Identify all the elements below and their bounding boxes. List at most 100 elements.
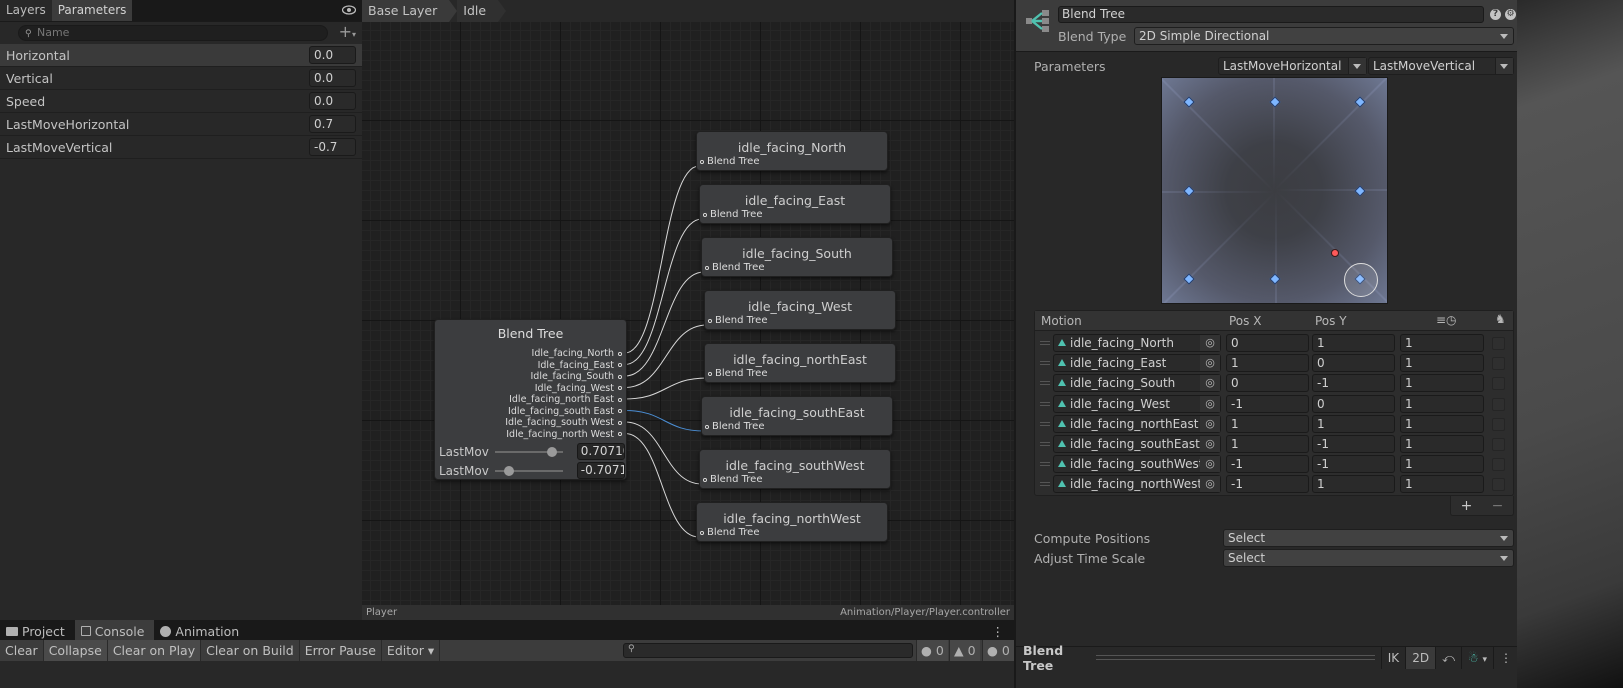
breadcrumb-idle[interactable]: Idle [457, 0, 506, 22]
pos-x-input[interactable]: -1 [1226, 475, 1309, 494]
parameter-row[interactable]: LastMoveVertical -0.7 [0, 136, 362, 159]
pos-x-input[interactable]: 1 [1226, 414, 1309, 433]
drag-handle-icon[interactable] [1040, 462, 1050, 467]
parameter-value[interactable]: 0.7 [309, 115, 356, 133]
port-dot[interactable] [705, 424, 709, 429]
collapse-button[interactable]: Collapse [43, 640, 108, 661]
warning-count-toggle[interactable]: ▲ 0 [949, 640, 980, 661]
2d-toggle[interactable]: 2D [1405, 646, 1436, 669]
motion-field[interactable]: idle_facing_southWest ◎ [1053, 455, 1221, 474]
drag-handle-icon[interactable] [1040, 442, 1050, 446]
pivot-icon[interactable]: ⤺ [1435, 646, 1461, 669]
pos-y-input[interactable]: 1 [1312, 475, 1395, 494]
time-scale-input[interactable]: 1 [1400, 475, 1484, 494]
pos-y-input[interactable]: 0 [1312, 354, 1395, 373]
pos-x-input[interactable]: -1 [1226, 394, 1309, 413]
tab-parameters[interactable]: Parameters [51, 0, 133, 21]
time-scale-input[interactable]: 1 [1400, 455, 1484, 474]
param-y-dropdown[interactable]: LastMoveVertical [1368, 57, 1514, 75]
pos-x-input[interactable]: 0 [1226, 374, 1309, 393]
parameter-value[interactable]: 0.0 [309, 69, 356, 87]
port-dot[interactable] [618, 420, 622, 425]
port-dot[interactable] [618, 374, 622, 379]
motion-node[interactable]: idle_facing_southEast Blend Tree [701, 396, 893, 436]
time-scale-input[interactable]: 1 [1400, 414, 1484, 433]
breadcrumb-base-layer[interactable]: Base Layer [362, 0, 458, 22]
tab-console[interactable]: Console [74, 620, 155, 640]
motion-node-input[interactable]: Blend Tree [703, 474, 763, 485]
parameter-row[interactable]: Speed 0.0 [0, 90, 362, 113]
drag-handle-icon[interactable] [1040, 421, 1050, 426]
adjust-time-scale-dropdown[interactable]: Select [1223, 549, 1514, 567]
blend-output-port[interactable]: Idle_facing_East [505, 360, 622, 372]
blend-output-port[interactable]: Idle_facing_south West [505, 417, 622, 429]
port-dot[interactable] [708, 318, 712, 323]
motion-node[interactable]: idle_facing_North Blend Tree [696, 131, 888, 171]
clear-on-build-button[interactable]: Clear on Build [201, 640, 300, 661]
motion-point[interactable] [1183, 184, 1195, 197]
mirror-checkbox[interactable] [1492, 337, 1505, 350]
console-search-input[interactable]: ⚲ [623, 643, 913, 658]
motion-node-input[interactable]: Blend Tree [708, 368, 768, 379]
motion-point[interactable] [1268, 272, 1281, 285]
object-picker-icon[interactable]: ◎ [1200, 436, 1220, 452]
pos-x-input[interactable]: 1 [1226, 435, 1309, 453]
current-blend-position[interactable] [1331, 249, 1340, 258]
eye-icon[interactable] [342, 4, 356, 16]
motion-node-input[interactable]: Blend Tree [705, 421, 765, 432]
parameter-search-input[interactable]: ⚲ Name [18, 25, 328, 41]
blend-tree-node[interactable]: Blend Tree Idle_facing_North Idle_facing_… [434, 319, 627, 480]
motion-field[interactable]: idle_facing_East ◎ [1053, 354, 1221, 373]
object-picker-icon[interactable]: ◎ [1200, 395, 1220, 412]
blend-output-port[interactable]: Idle_facing_south East [505, 406, 622, 418]
editor-dropdown[interactable]: Editor ▾ [382, 640, 441, 661]
tab-animation[interactable]: Animation [154, 620, 249, 640]
port-dot[interactable] [618, 386, 622, 391]
blend-output-port[interactable]: Idle_facing_North [505, 348, 622, 360]
port-dot[interactable] [705, 265, 709, 270]
blend-output-port[interactable]: Idle_facing_north West [505, 429, 622, 441]
pos-y-input[interactable]: 1 [1312, 414, 1395, 433]
blend-space-plot[interactable] [1161, 77, 1388, 304]
time-scale-input[interactable]: 1 [1400, 354, 1484, 373]
time-scale-input[interactable]: 1 [1400, 394, 1484, 413]
parameter-value[interactable]: 0.0 [309, 92, 356, 110]
time-scale-input[interactable]: 1 [1400, 435, 1484, 453]
motion-field[interactable]: idle_facing_South ◎ [1053, 374, 1221, 393]
slider-value[interactable]: 0.70710 [576, 443, 625, 460]
compute-positions-dropdown[interactable]: Select [1223, 529, 1514, 547]
clear-button[interactable]: Clear [0, 640, 44, 661]
object-picker-icon[interactable]: ◎ [1200, 375, 1220, 392]
time-scale-input[interactable]: 1 [1400, 334, 1484, 352]
parameter-value[interactable]: -0.7 [309, 138, 356, 156]
pos-x-input[interactable]: 0 [1226, 334, 1309, 352]
port-dot[interactable] [618, 363, 622, 368]
motion-node[interactable]: idle_facing_South Blend Tree [701, 237, 893, 277]
port-dot[interactable] [700, 159, 704, 164]
motion-field[interactable]: idle_facing_northEast ◎ [1053, 414, 1221, 433]
pos-x-input[interactable]: -1 [1226, 455, 1309, 474]
info-count-toggle[interactable]: ● 0 [916, 640, 948, 661]
motion-field[interactable]: idle_facing_northWest ◎ [1053, 475, 1221, 494]
motion-field[interactable]: idle_facing_West ◎ [1053, 394, 1221, 413]
tab-project[interactable]: Project [0, 620, 75, 640]
motion-node[interactable]: idle_facing_southWest Blend Tree [699, 449, 891, 489]
mirror-checkbox[interactable] [1492, 377, 1505, 391]
port-dot[interactable] [703, 212, 707, 217]
time-scale-input[interactable]: 1 [1400, 374, 1484, 393]
blend-output-port[interactable]: Idle_facing_West [505, 383, 622, 395]
mirror-checkbox[interactable] [1492, 417, 1505, 431]
slider-knob[interactable] [547, 446, 558, 457]
parameter-row[interactable]: LastMoveHorizontal 0.7 [0, 113, 362, 136]
port-dot[interactable] [618, 409, 622, 414]
drag-handle-icon[interactable] [1040, 401, 1050, 406]
motion-node-input[interactable]: Blend Tree [703, 209, 763, 220]
drag-handle-icon[interactable] [1040, 482, 1050, 487]
motion-node-input[interactable]: Blend Tree [700, 156, 760, 167]
blend-output-port[interactable]: Idle_facing_South [505, 371, 622, 383]
blend-slider-x[interactable]: LastMov 0.70710 [439, 443, 625, 460]
motion-point[interactable] [1183, 96, 1195, 109]
add-parameter-button[interactable]: +▾ [328, 23, 356, 43]
help-icon[interactable]: ? [1490, 9, 1501, 20]
port-dot[interactable] [708, 371, 712, 376]
